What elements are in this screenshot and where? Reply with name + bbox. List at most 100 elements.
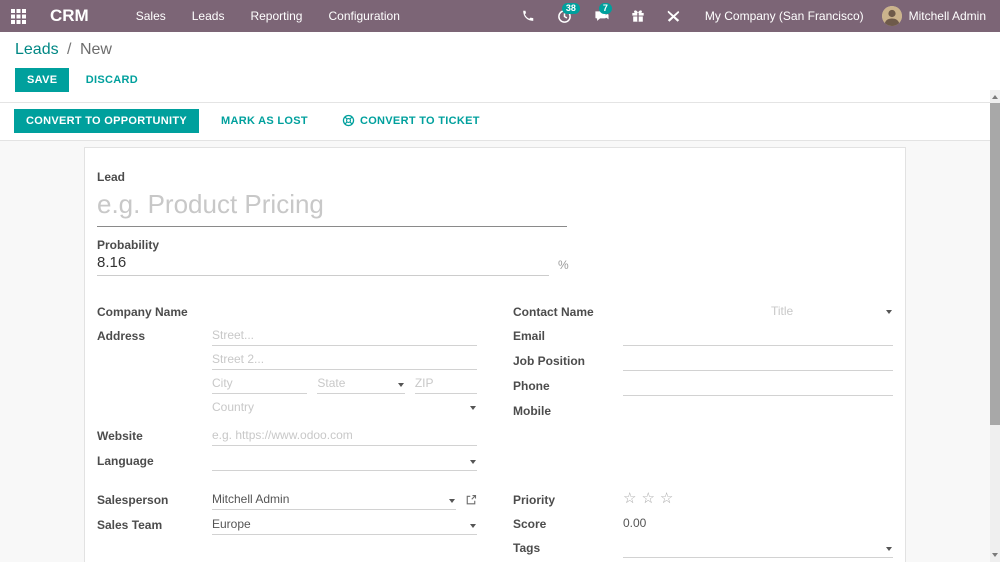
statusbar: CONVERT TO OPPORTUNITY MARK AS LOST CONV… <box>0 103 990 141</box>
lead-name-input[interactable] <box>97 186 567 227</box>
menu-sales[interactable]: Sales <box>123 0 179 32</box>
salesperson-caret-icon[interactable] <box>449 499 455 503</box>
country-caret-icon[interactable] <box>470 406 476 410</box>
breadcrumb-leads-link[interactable]: Leads <box>15 41 59 58</box>
phone-input[interactable] <box>623 376 893 396</box>
state-caret-icon[interactable] <box>397 383 404 387</box>
user-menu[interactable]: Mitchell Admin <box>878 6 1000 26</box>
contact-name-input[interactable] <box>623 302 771 321</box>
website-label: Website <box>97 429 143 443</box>
salesperson-label: Salesperson <box>97 493 169 507</box>
scrollbar-up-arrow-icon[interactable] <box>992 95 998 99</box>
website-row: Website <box>97 426 477 446</box>
convert-to-opportunity-button[interactable]: CONVERT TO OPPORTUNITY <box>14 108 200 133</box>
salesperson-select[interactable] <box>212 490 456 510</box>
column-right: Contact Name Email <box>513 302 893 476</box>
tags-caret-icon[interactable] <box>886 547 892 551</box>
company-name-input[interactable] <box>212 302 477 321</box>
street-input[interactable] <box>212 326 477 346</box>
salesperson-external-link-icon[interactable] <box>465 494 477 506</box>
street2-input[interactable] <box>212 350 477 370</box>
tags-label: Tags <box>513 541 541 555</box>
scrollbar-thumb[interactable] <box>990 103 1000 425</box>
zip-input[interactable] <box>414 374 477 394</box>
breadcrumb: Leads / New <box>15 41 985 59</box>
gift-glyph <box>632 10 644 22</box>
sales-team-row: Sales Team <box>97 515 477 535</box>
control-panel: Leads / New SAVE DISCARD <box>0 32 1000 103</box>
app-brand[interactable]: CRM <box>50 6 89 26</box>
job-position-row: Job Position <box>513 351 893 371</box>
column-right-2: Priority ☆☆☆ Score 0.00 Tags <box>513 490 893 562</box>
messages-icon[interactable]: 7 <box>583 0 620 32</box>
company-switcher[interactable]: My Company (San Francisco) <box>691 0 878 32</box>
field-group-top: Company Name Address Street... Street 2.… <box>97 302 893 476</box>
email-label: Email <box>513 329 546 343</box>
title-select[interactable] <box>771 302 893 321</box>
column-left: Company Name Address Street... Street 2.… <box>97 302 477 476</box>
apps-grid-icon[interactable] <box>0 0 36 32</box>
menu-reporting[interactable]: Reporting <box>237 0 315 32</box>
website-input[interactable] <box>212 426 477 446</box>
main-menu: Sales Leads Reporting Configuration <box>123 0 413 32</box>
menu-leads[interactable]: Leads <box>179 0 238 32</box>
tools-icon[interactable] <box>656 0 691 32</box>
email-input[interactable] <box>623 326 893 346</box>
sales-team-label: Sales Team <box>97 518 163 532</box>
sales-team-caret-icon[interactable] <box>470 524 476 528</box>
messages-badge: 7 <box>598 3 612 14</box>
tags-select[interactable] <box>623 538 893 558</box>
job-position-input[interactable] <box>623 351 893 371</box>
gift-icon[interactable] <box>620 0 656 32</box>
language-row: Language <box>97 451 477 471</box>
menu-configuration[interactable]: Configuration <box>315 0 412 32</box>
country-select[interactable] <box>212 398 477 417</box>
probability-label: Probability <box>97 238 160 252</box>
address-label: Address <box>97 329 146 343</box>
email-row: Email <box>513 326 893 346</box>
field-group-bottom: Salesperson Mitchell Admin Sales Team Eu… <box>97 490 893 562</box>
convert-to-ticket-button[interactable]: CONVERT TO TICKET <box>330 108 492 133</box>
priority-stars: ☆☆☆ <box>623 490 893 509</box>
activities-icon[interactable]: 38 <box>546 0 583 32</box>
voip-phone-icon[interactable] <box>510 0 546 32</box>
priority-row: Priority ☆☆☆ <box>513 490 893 509</box>
vertical-scrollbar[interactable] <box>990 90 1000 562</box>
state-select[interactable] <box>317 374 405 394</box>
contact-name-label: Contact Name <box>513 305 594 319</box>
avatar <box>881 6 902 26</box>
star-icon[interactable]: ☆ <box>641 490 659 507</box>
probability-input[interactable] <box>97 252 549 276</box>
phone-row: Phone <box>513 376 893 396</box>
phone-label: Phone <box>513 379 550 393</box>
user-name: Mitchell Admin <box>908 9 986 23</box>
city-input[interactable] <box>212 374 308 394</box>
discard-button[interactable]: DISCARD <box>74 68 150 92</box>
contact-name-row: Contact Name <box>513 302 893 321</box>
star-icon[interactable]: ☆ <box>660 490 678 507</box>
breadcrumb-separator: / <box>67 41 72 58</box>
company-name-row: Company Name <box>97 302 477 321</box>
save-button[interactable]: SAVE <box>15 68 70 92</box>
activities-badge: 38 <box>561 3 580 14</box>
address-row: Address <box>97 326 477 421</box>
breadcrumb-current: New <box>79 41 112 58</box>
mobile-input[interactable] <box>623 401 893 420</box>
sales-team-select[interactable] <box>212 515 477 535</box>
mark-as-lost-button[interactable]: MARK AS LOST <box>209 109 320 133</box>
crm-lead-form-page: CRM Sales Leads Reporting Configuration … <box>0 0 1000 562</box>
phone-glyph <box>523 10 534 21</box>
language-caret-icon[interactable] <box>470 460 476 464</box>
title-caret-icon[interactable] <box>886 310 892 314</box>
scrollbar-down-arrow-icon[interactable] <box>992 553 998 557</box>
star-icon[interactable]: ☆ <box>623 490 641 507</box>
score-value: 0.00 <box>623 516 647 530</box>
top-navbar: CRM Sales Leads Reporting Configuration … <box>0 0 1000 32</box>
navbar-systray: 38 7 My Company (San Francisco) Mitchell… <box>510 0 1000 32</box>
job-position-label: Job Position <box>513 354 585 368</box>
avatar-glyph <box>881 6 902 26</box>
column-left-2: Salesperson Mitchell Admin Sales Team Eu… <box>97 490 477 562</box>
language-select[interactable] <box>212 451 477 471</box>
tags-row: Tags <box>513 538 893 558</box>
life-ring-icon <box>342 114 355 127</box>
